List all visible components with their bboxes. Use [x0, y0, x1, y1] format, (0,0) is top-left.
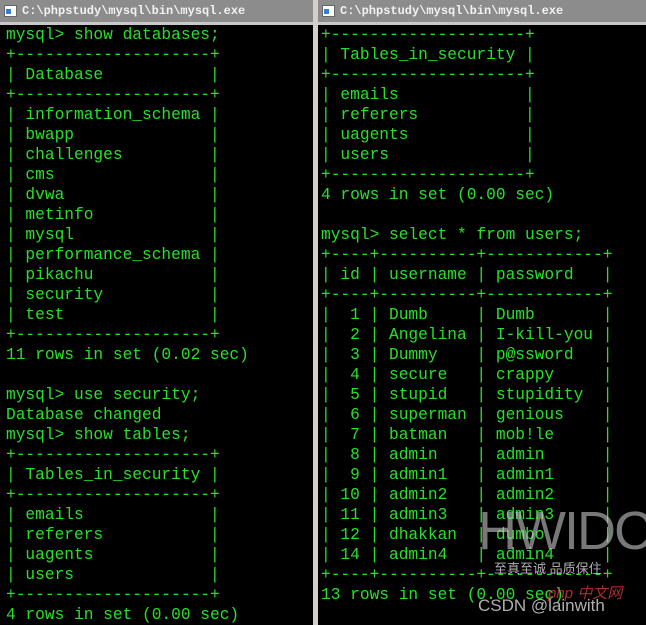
- console-app-icon: [322, 5, 335, 17]
- console-line: | uagents |: [321, 126, 535, 144]
- console-line: | test |: [6, 306, 220, 324]
- console-line: +--------------------+: [6, 446, 220, 464]
- console-line: | metinfo |: [6, 206, 220, 224]
- console-line: | bwapp |: [6, 126, 220, 144]
- console-line: | performance_schema |: [6, 246, 220, 264]
- table-row: | 4 | secure | crappy |: [321, 366, 613, 384]
- table-row: | 2 | Angelina | I-kill-you |: [321, 326, 613, 344]
- console-line: +--------------------+: [6, 86, 220, 104]
- console-line: | referers |: [6, 526, 220, 544]
- console-output[interactable]: mysql> show databases; +-----------------…: [0, 25, 313, 625]
- title-bar[interactable]: C:\phpstudy\mysql\bin\mysql.exe: [318, 0, 646, 25]
- console-line: mysql> show tables;: [6, 426, 191, 444]
- console-line: | Tables_in_security |: [321, 46, 535, 64]
- title-bar[interactable]: C:\phpstudy\mysql\bin\mysql.exe: [0, 0, 313, 25]
- console-line: | uagents |: [6, 546, 220, 564]
- table-row: | 12 | dhakkan | dumbo |: [321, 526, 613, 544]
- table-row: | 8 | admin | admin |: [321, 446, 613, 464]
- table-row: | 3 | Dummy | p@ssword |: [321, 346, 613, 364]
- console-line: | security |: [6, 286, 220, 304]
- table-header: | id | username | password |: [321, 266, 613, 284]
- console-line: +--------------------+: [6, 46, 220, 64]
- console-line: mysql> select * from users;: [321, 226, 584, 244]
- table-row: | 7 | batman | mob!le |: [321, 426, 613, 444]
- console-line: 11 rows in set (0.02 sec): [6, 346, 249, 364]
- console-line: +--------------------+: [321, 26, 535, 44]
- console-line: | users |: [6, 566, 220, 584]
- console-line: | information_schema |: [6, 106, 220, 124]
- table-row: | 14 | admin4 | admin4 |: [321, 546, 613, 564]
- table-border: +----+----------+------------+: [321, 566, 613, 584]
- console-line: +--------------------+: [6, 486, 220, 504]
- window-title: C:\phpstudy\mysql\bin\mysql.exe: [22, 4, 246, 18]
- console-line: +--------------------+: [6, 326, 220, 344]
- console-line: | Database |: [6, 66, 220, 84]
- console-line: | emails |: [6, 506, 220, 524]
- table-row: | 6 | superman | genious |: [321, 406, 613, 424]
- console-app-icon: [4, 5, 17, 17]
- table-row: | 9 | admin1 | admin1 |: [321, 466, 613, 484]
- console-line: | challenges |: [6, 146, 220, 164]
- console-line: mysql> show databases;: [6, 26, 220, 44]
- right-console-window: C:\phpstudy\mysql\bin\mysql.exe +-------…: [318, 0, 646, 625]
- console-line: +--------------------+: [6, 586, 220, 604]
- console-line: 4 rows in set (0.00 sec): [321, 186, 555, 204]
- table-row: | 5 | stupid | stupidity |: [321, 386, 613, 404]
- console-line: | dvwa |: [6, 186, 220, 204]
- table-border: +----+----------+------------+: [321, 246, 613, 264]
- console-line: | mysql |: [6, 226, 220, 244]
- console-line: mysql> use security;: [6, 386, 201, 404]
- console-line: | referers |: [321, 106, 535, 124]
- table-row: | 10 | admin2 | admin2 |: [321, 486, 613, 504]
- console-line: | users |: [321, 146, 535, 164]
- console-line: Database changed: [6, 406, 162, 424]
- console-line: +--------------------+: [321, 66, 535, 84]
- table-row: | 1 | Dumb | Dumb |: [321, 306, 613, 324]
- table-row: | 11 | admin3 | admin3 |: [321, 506, 613, 524]
- console-line: 4 rows in set (0.00 sec): [6, 606, 240, 624]
- console-output[interactable]: +--------------------+ | Tables_in_securi…: [318, 25, 646, 605]
- console-line: | Tables_in_security |: [6, 466, 220, 484]
- console-line: | cms |: [6, 166, 220, 184]
- window-title: C:\phpstudy\mysql\bin\mysql.exe: [340, 4, 564, 18]
- console-line: | pikachu |: [6, 266, 220, 284]
- table-border: +----+----------+------------+: [321, 286, 613, 304]
- console-line: | emails |: [321, 86, 535, 104]
- result-summary: 13 rows in set (0.00 sec): [321, 586, 564, 604]
- console-line: +--------------------+: [321, 166, 535, 184]
- left-console-window: C:\phpstudy\mysql\bin\mysql.exe mysql> s…: [0, 0, 313, 625]
